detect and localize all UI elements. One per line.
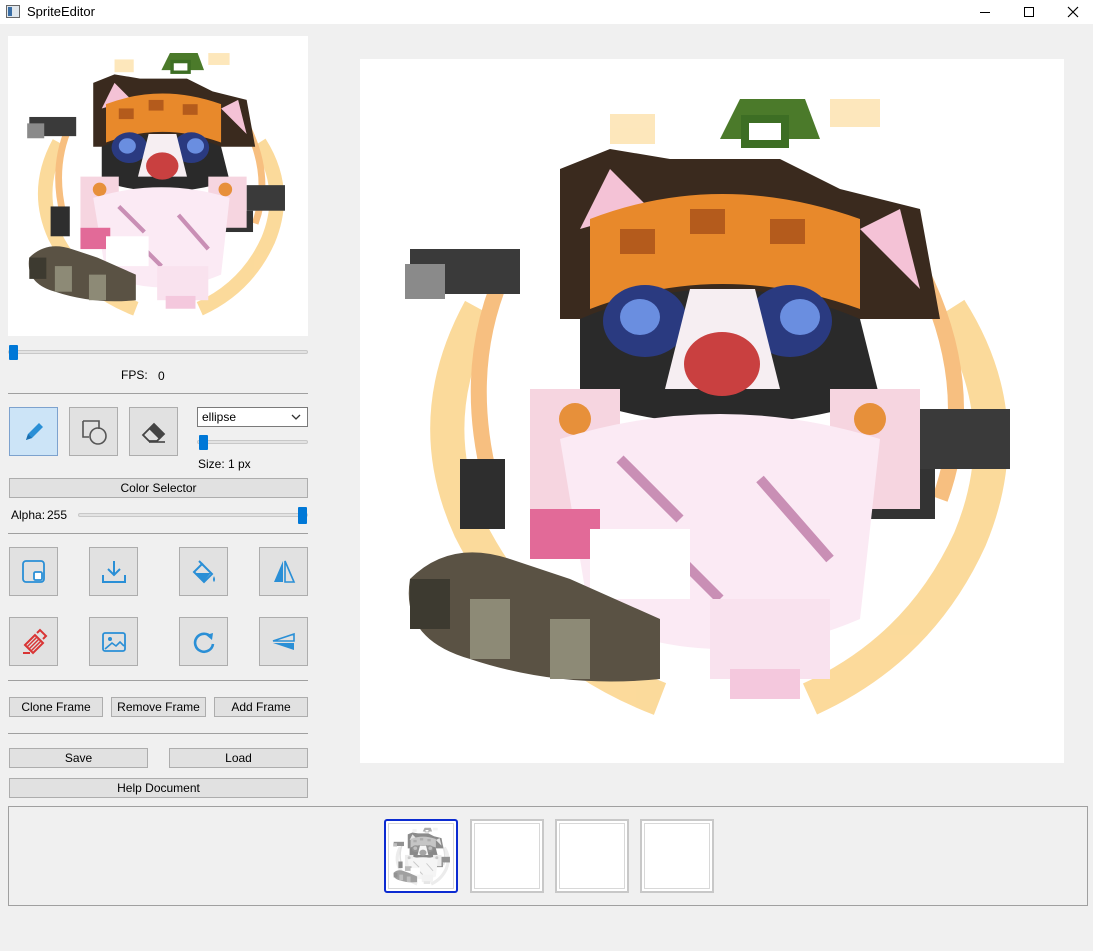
remove-frame-button[interactable]: Remove Frame [111, 697, 206, 717]
chevron-down-icon [291, 414, 301, 420]
shape-icon [81, 419, 107, 445]
new-canvas-button[interactable] [9, 547, 58, 596]
window-title: SpriteEditor [27, 4, 95, 19]
flip-horizontal-icon [273, 560, 295, 583]
fps-slider-handle[interactable] [9, 345, 18, 360]
rotate-button[interactable] [179, 617, 228, 666]
import-image-button[interactable] [89, 617, 138, 666]
download-icon [101, 560, 126, 583]
alpha-value: 255 [47, 508, 68, 522]
alpha-slider-track[interactable] [78, 513, 308, 517]
frame-thumbnail-image [393, 827, 450, 886]
new-canvas-icon [21, 559, 45, 583]
maximize-button[interactable] [1006, 0, 1052, 24]
divider [8, 393, 308, 394]
export-button[interactable] [89, 547, 138, 596]
drawing-canvas[interactable] [360, 59, 1064, 763]
pencil-tool-button[interactable] [9, 407, 58, 456]
preview-sprite-image [27, 53, 285, 316]
flip-horizontal-button[interactable] [259, 547, 308, 596]
fill-bucket-button[interactable] [179, 547, 228, 596]
fps-label: FPS: [121, 368, 148, 382]
load-button[interactable]: Load [169, 748, 308, 768]
alpha-slider-handle[interactable] [298, 507, 307, 524]
clear-canvas-button[interactable] [9, 617, 58, 666]
alpha-label: Alpha: [11, 508, 46, 522]
color-selector-button[interactable]: Color Selector [9, 478, 308, 498]
frame-thumbnail[interactable] [384, 819, 458, 893]
help-document-button[interactable]: Help Document [9, 778, 308, 798]
rotate-icon [193, 631, 214, 653]
add-frame-button[interactable]: Add Frame [214, 697, 308, 717]
divider [8, 733, 308, 734]
shape-tool-button[interactable] [69, 407, 118, 456]
frame-thumbnail-canvas [559, 823, 625, 889]
size-value: 1 px [228, 457, 251, 471]
paint-bucket-icon [192, 559, 215, 583]
app-icon [6, 5, 20, 18]
minimize-icon [980, 11, 990, 13]
frame-thumbnail[interactable] [640, 819, 714, 893]
title-bar: SpriteEditor [0, 0, 1093, 24]
eraser-tool-button[interactable] [129, 407, 178, 456]
animation-preview [8, 36, 308, 336]
shape-select[interactable]: ellipse [197, 407, 308, 427]
size-slider-track[interactable] [197, 440, 308, 444]
image-import-icon [101, 631, 126, 652]
maximize-icon [1024, 7, 1034, 17]
frame-thumbnail[interactable] [470, 819, 544, 893]
shape-select-value: ellipse [202, 410, 237, 424]
frame-thumbnail-canvas [474, 823, 540, 889]
frame-thumbnail[interactable] [555, 819, 629, 893]
divider [8, 680, 308, 681]
frames-panel [8, 806, 1088, 906]
fps-value: 0 [158, 369, 165, 383]
save-button[interactable]: Save [9, 748, 148, 768]
clone-frame-button[interactable]: Clone Frame [9, 697, 103, 717]
flip-vertical-icon [272, 632, 295, 650]
eraser-icon [141, 422, 165, 443]
frame-thumbnail-canvas [644, 823, 710, 889]
size-label: Size: [198, 457, 225, 471]
canvas-sprite-image [405, 99, 1010, 715]
close-button[interactable] [1050, 0, 1093, 24]
minimize-button[interactable] [962, 0, 1008, 24]
clear-icon [22, 628, 47, 654]
fps-slider-track[interactable] [8, 350, 308, 354]
size-slider-handle[interactable] [199, 435, 208, 450]
flip-vertical-button[interactable] [259, 617, 308, 666]
divider [8, 533, 308, 534]
frame-thumbnail-canvas [388, 823, 454, 889]
pencil-icon [25, 422, 43, 440]
close-icon [1067, 6, 1079, 18]
